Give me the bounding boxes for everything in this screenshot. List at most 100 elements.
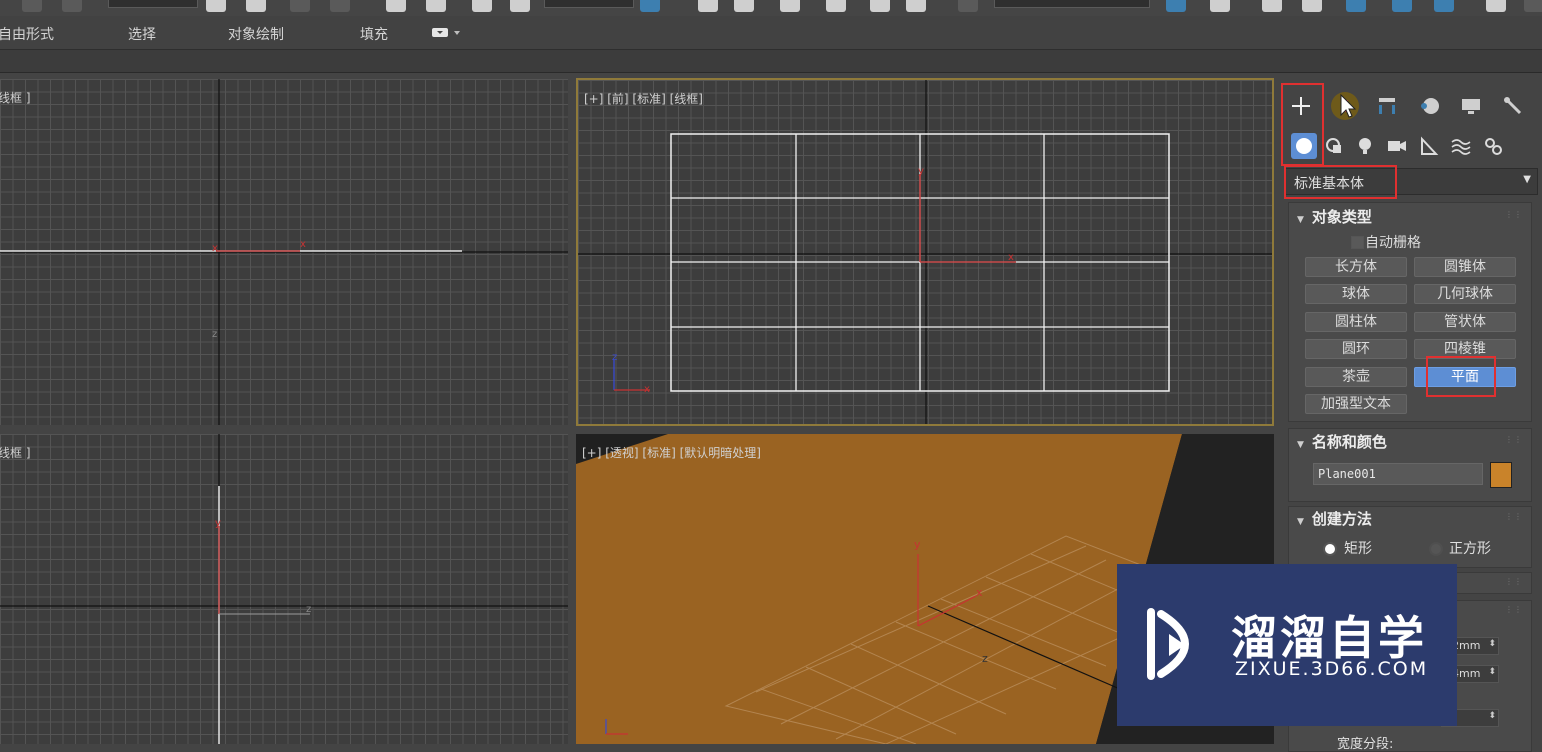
rollout-header[interactable]: ▼ 创建方法 [1297,508,1372,529]
geosphere-button[interactable]: 几何球体 [1414,284,1516,304]
hierarchy-tab-icon[interactable] [1372,92,1402,120]
angle-snap-icon[interactable] [826,0,846,12]
viewport-grid-lines [0,434,568,744]
grip-icon[interactable]: ⋮⋮ [1505,512,1523,521]
cone-button[interactable]: 圆锥体 [1414,257,1516,277]
grip-icon[interactable]: ⋮⋮ [1505,577,1523,586]
spinner-arrows-icon[interactable]: ⬍ [1488,667,1496,677]
reference-coord-dropdown[interactable] [544,0,634,8]
lights-icon[interactable] [1350,132,1380,160]
object-color-swatch[interactable] [1490,462,1512,488]
teapot-button[interactable]: 茶壶 [1305,367,1407,387]
display-tab-icon[interactable] [1456,92,1486,120]
rect-region-icon[interactable] [290,0,310,12]
select-by-name-icon[interactable] [246,0,266,12]
width-segs-label: 宽度分段: [1337,737,1394,752]
collapse-triangle-icon: ▼ [1297,215,1304,225]
move-icon[interactable] [386,0,406,12]
name-color-rollout: ▼ 名称和颜色 ⋮⋮ Plane001 [1288,428,1532,502]
watermark-url: ZIXUE.3D66.COM [1235,658,1429,680]
viewport-grid-lines [0,79,568,425]
axis-x-end-label: x [300,239,306,250]
rollout-header[interactable]: ▼ 对象类型 [1297,206,1372,227]
viewport-bottom-left[interactable]: 线框 ] y z [0,434,568,744]
grip-icon[interactable]: ⋮⋮ [1505,435,1523,444]
axis-z-label: z [212,329,218,340]
collapse-triangle-icon: ▼ [1297,440,1304,450]
textplus-button[interactable]: 加强型文本 [1305,394,1407,414]
rollout-title: 创建方法 [1311,510,1372,528]
cameras-icon[interactable] [1382,132,1412,160]
motion-tab-icon[interactable] [1414,92,1444,120]
schematic-view-icon[interactable] [1434,0,1454,12]
creation-method-rollout: ▼ 创建方法 ⋮⋮ 矩形 正方形 [1288,506,1532,568]
spacewarps-icon[interactable] [1446,132,1476,160]
tab-populate[interactable]: 填充 [360,24,388,44]
autogrid-checkbox[interactable] [1351,236,1364,249]
viewport-top-left[interactable]: 线框 ] x x z [0,79,568,425]
select-manipulate-icon[interactable] [698,0,718,12]
viewport-front[interactable]: [+] [前] [标准] [线框] y x z x [576,78,1274,426]
snap-toggle-icon[interactable] [780,0,800,12]
scale-icon[interactable] [472,0,492,12]
axis-x-label: x [212,243,218,254]
axis-y-label: y [215,518,221,529]
percent-snap-icon[interactable] [870,0,890,12]
spinner-arrows-icon[interactable]: ⬍ [1488,711,1496,721]
curve-editor-icon[interactable] [1392,0,1412,12]
ribbon-toggle-icon[interactable] [1346,0,1366,12]
layer-explorer-icon[interactable] [1262,0,1282,12]
select-object-icon[interactable] [206,0,226,12]
keyboard-shortcut-icon[interactable] [734,0,754,12]
named-selection-dropdown[interactable] [994,0,1150,8]
main-toolbar [0,0,1542,16]
grip-icon[interactable]: ⋮⋮ [1505,210,1523,219]
placement-icon[interactable] [510,0,530,12]
axis-y-label: y [914,538,921,551]
axis-y-label: y [918,166,924,177]
ribbon-options-icon[interactable] [432,25,460,37]
selection-filter-dropdown[interactable] [108,0,198,8]
spinner-arrows-icon[interactable]: ⬍ [1488,639,1496,649]
axis-z-label: z [982,652,988,665]
rectangle-radio[interactable] [1323,542,1337,556]
material-editor-icon[interactable] [1486,0,1506,12]
rollout-title: 对象类型 [1311,208,1372,226]
systems-icon[interactable] [1478,132,1508,160]
chevron-down-icon: ▼ [1523,174,1531,185]
utilities-tab-icon[interactable] [1498,92,1528,120]
modify-tab-icon[interactable] [1330,92,1360,120]
named-selection-icon[interactable] [958,0,978,12]
box-button[interactable]: 长方体 [1305,257,1407,277]
cylinder-button[interactable]: 圆柱体 [1305,312,1407,332]
space-warp-icon[interactable] [62,0,82,12]
bind-icon[interactable] [22,0,42,12]
spinner-snap-icon[interactable] [906,0,926,12]
gizmo-x-label: x [644,384,650,395]
viewport-label[interactable]: [+] [透视] [标准] [默认明暗处理] [582,444,761,461]
render-setup-icon[interactable] [1524,0,1542,12]
sphere-button[interactable]: 球体 [1305,284,1407,304]
axis-x-label: x [976,586,983,599]
rollout-title: 名称和颜色 [1311,433,1387,451]
tab-object-paint[interactable]: 对象绘制 [228,24,284,44]
helpers-icon[interactable] [1414,132,1444,160]
square-radio[interactable] [1429,542,1443,556]
tube-button[interactable]: 管状体 [1414,312,1516,332]
tab-selection[interactable]: 选择 [128,24,156,44]
logo-play-icon [1147,608,1189,680]
shapes-icon[interactable] [1320,132,1350,160]
object-name-field[interactable]: Plane001 [1313,463,1483,485]
torus-button[interactable]: 圆环 [1305,339,1407,359]
window-crossing-icon[interactable] [330,0,350,12]
align-icon[interactable] [1210,0,1230,12]
tab-freeform[interactable]: 自由形式 [0,24,54,44]
watermark-overlay: 溜溜自学 ZIXUE.3D66.COM [1117,564,1457,726]
pivot-center-icon[interactable] [640,0,660,12]
rollout-header[interactable]: ▼ 名称和颜色 [1297,431,1387,452]
grip-icon[interactable]: ⋮⋮ [1505,605,1523,614]
scene-explorer-icon[interactable] [1302,0,1322,12]
rotate-icon[interactable] [426,0,446,12]
mirror-icon[interactable] [1166,0,1186,12]
axis-z-label: z [306,604,312,615]
